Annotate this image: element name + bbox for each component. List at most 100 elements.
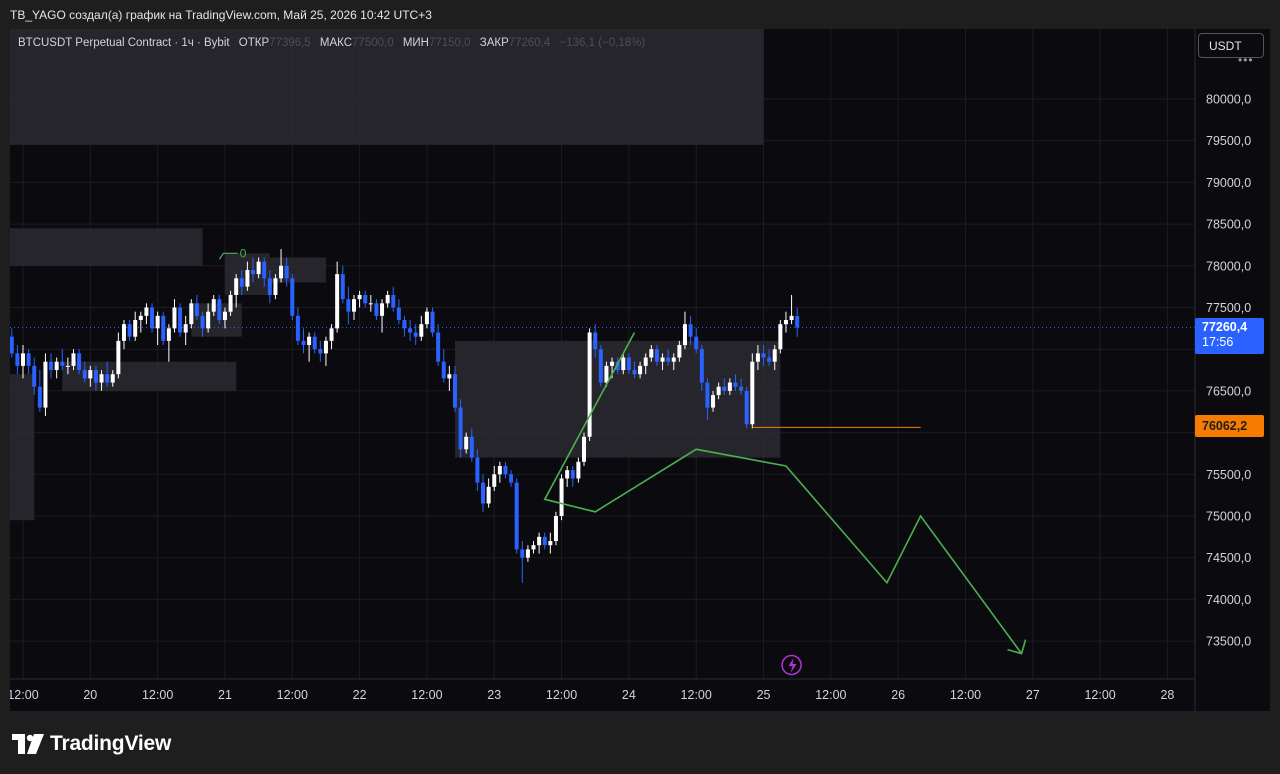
candle-up [54, 361, 59, 371]
price-tick-label: 75500,0 [1206, 468, 1251, 482]
brand-name: TradingView [50, 732, 172, 755]
currency-button[interactable]: USDT [1198, 33, 1264, 58]
candle-down [744, 390, 749, 425]
candle-up [222, 311, 227, 321]
price-tick-label: 75000,0 [1206, 510, 1251, 524]
candle-down [318, 349, 323, 354]
top-bar: TB_YAGO создал(а) график на TradingView.… [0, 0, 1280, 30]
candle-up [43, 361, 48, 408]
more-icon[interactable]: ••• [1238, 53, 1254, 67]
candle-up [419, 324, 424, 337]
candle-up [155, 315, 160, 329]
candle-down [514, 482, 519, 550]
time-tick-label: 12:00 [546, 688, 577, 702]
candle-up [116, 340, 121, 375]
candle-up [548, 541, 553, 546]
time-tick-label: 12:00 [10, 688, 39, 702]
candle-up [166, 328, 171, 341]
time-tick-label: 12:00 [142, 688, 173, 702]
price-tick-label: 77500,0 [1206, 301, 1251, 315]
candle-up [750, 361, 755, 425]
time-tick-label: 28 [1160, 688, 1174, 702]
candle-down [598, 349, 603, 383]
candle-up [682, 324, 687, 346]
candle-down [295, 315, 300, 341]
candle-up [335, 274, 340, 329]
candle-down [452, 374, 457, 408]
candle-up [660, 357, 665, 362]
candle-down [503, 465, 508, 475]
candle-up [587, 332, 592, 437]
candle-up [424, 311, 429, 325]
supply-demand-zone [10, 228, 203, 266]
candle-down [722, 386, 727, 391]
symbol-legend: BTCUSDT Perpetual Contract · 1ч · Bybit … [18, 37, 645, 49]
candle-up [604, 365, 609, 383]
chart-pane[interactable]: 0 73500,0 74000,0 74500,0 75000,0 75500,0 7650… [10, 29, 1270, 711]
candle-up [385, 294, 390, 304]
candle-down [402, 320, 407, 329]
candle-down [194, 303, 199, 316]
candle-down [408, 328, 413, 333]
candle-up [380, 303, 385, 316]
time-tick-label: 23 [487, 688, 501, 702]
chart-byline: TB_YAGO создал(а) график на TradingView.… [10, 8, 432, 22]
candle-down [767, 357, 772, 362]
price-tick-label: 79000,0 [1206, 176, 1251, 190]
candle-down [312, 336, 317, 350]
candle-up [71, 353, 76, 366]
price-tick-label: 80000,0 [1206, 93, 1251, 107]
time-tick-label: 27 [1026, 688, 1040, 702]
price-tick-label: 79500,0 [1206, 134, 1251, 148]
time-tick-label: 12:00 [1084, 688, 1115, 702]
high-label: МАКС [319, 37, 353, 49]
candle-down [733, 382, 738, 387]
candle-down [441, 361, 446, 379]
candle-down [436, 332, 441, 362]
candle-up [368, 303, 373, 305]
candle-down [413, 332, 418, 337]
low-value: 77150,0 [428, 37, 471, 49]
time-tick-label: 20 [83, 688, 97, 702]
candle-down [363, 294, 368, 304]
candle-down [509, 474, 514, 483]
open-value: 77396,5 [269, 37, 311, 49]
price-tick-label: 73500,0 [1206, 635, 1251, 649]
candle-up [183, 324, 188, 333]
supply-demand-zone [10, 374, 35, 521]
price-chart[interactable]: 0 73500,0 74000,0 74500,0 75000,0 75500,0 7650… [10, 29, 1270, 711]
lightning-icon [788, 658, 797, 673]
candle-up [553, 516, 558, 542]
candle-up [727, 382, 732, 391]
tradingview-logo: TradingView [12, 732, 171, 756]
candle-up [783, 320, 788, 325]
candle-up [677, 345, 682, 358]
time-tick-label: 12:00 [950, 688, 981, 702]
candle-down [150, 307, 155, 329]
candle-down [475, 457, 480, 483]
candle-up [716, 386, 721, 396]
candle-up [492, 474, 497, 487]
time-tick-label: 12:00 [681, 688, 712, 702]
candle-up [88, 370, 93, 379]
candle-down [481, 482, 486, 504]
symbol-title[interactable]: BTCUSDT Perpetual Contract · 1ч · Bybit [18, 37, 230, 49]
price-tick-label: 78000,0 [1206, 259, 1251, 273]
candle-down [632, 370, 637, 375]
candle-down [396, 307, 401, 321]
candle-down [200, 315, 205, 329]
candle-down [267, 278, 272, 295]
candle-down [346, 299, 351, 312]
candle-down [239, 278, 244, 287]
time-tick-label: 25 [757, 688, 771, 702]
time-tick-label: 26 [891, 688, 905, 702]
last-price-value: 77260,4 [1202, 320, 1248, 334]
candle-down [430, 311, 435, 333]
candle-up [121, 324, 126, 341]
level-price-tag: 76062,2 [1195, 415, 1264, 437]
candle-up [671, 357, 676, 362]
candle-up [256, 261, 261, 275]
candle-down [739, 386, 744, 391]
close-label: ЗАКР [479, 37, 509, 49]
candle-down [26, 353, 31, 366]
